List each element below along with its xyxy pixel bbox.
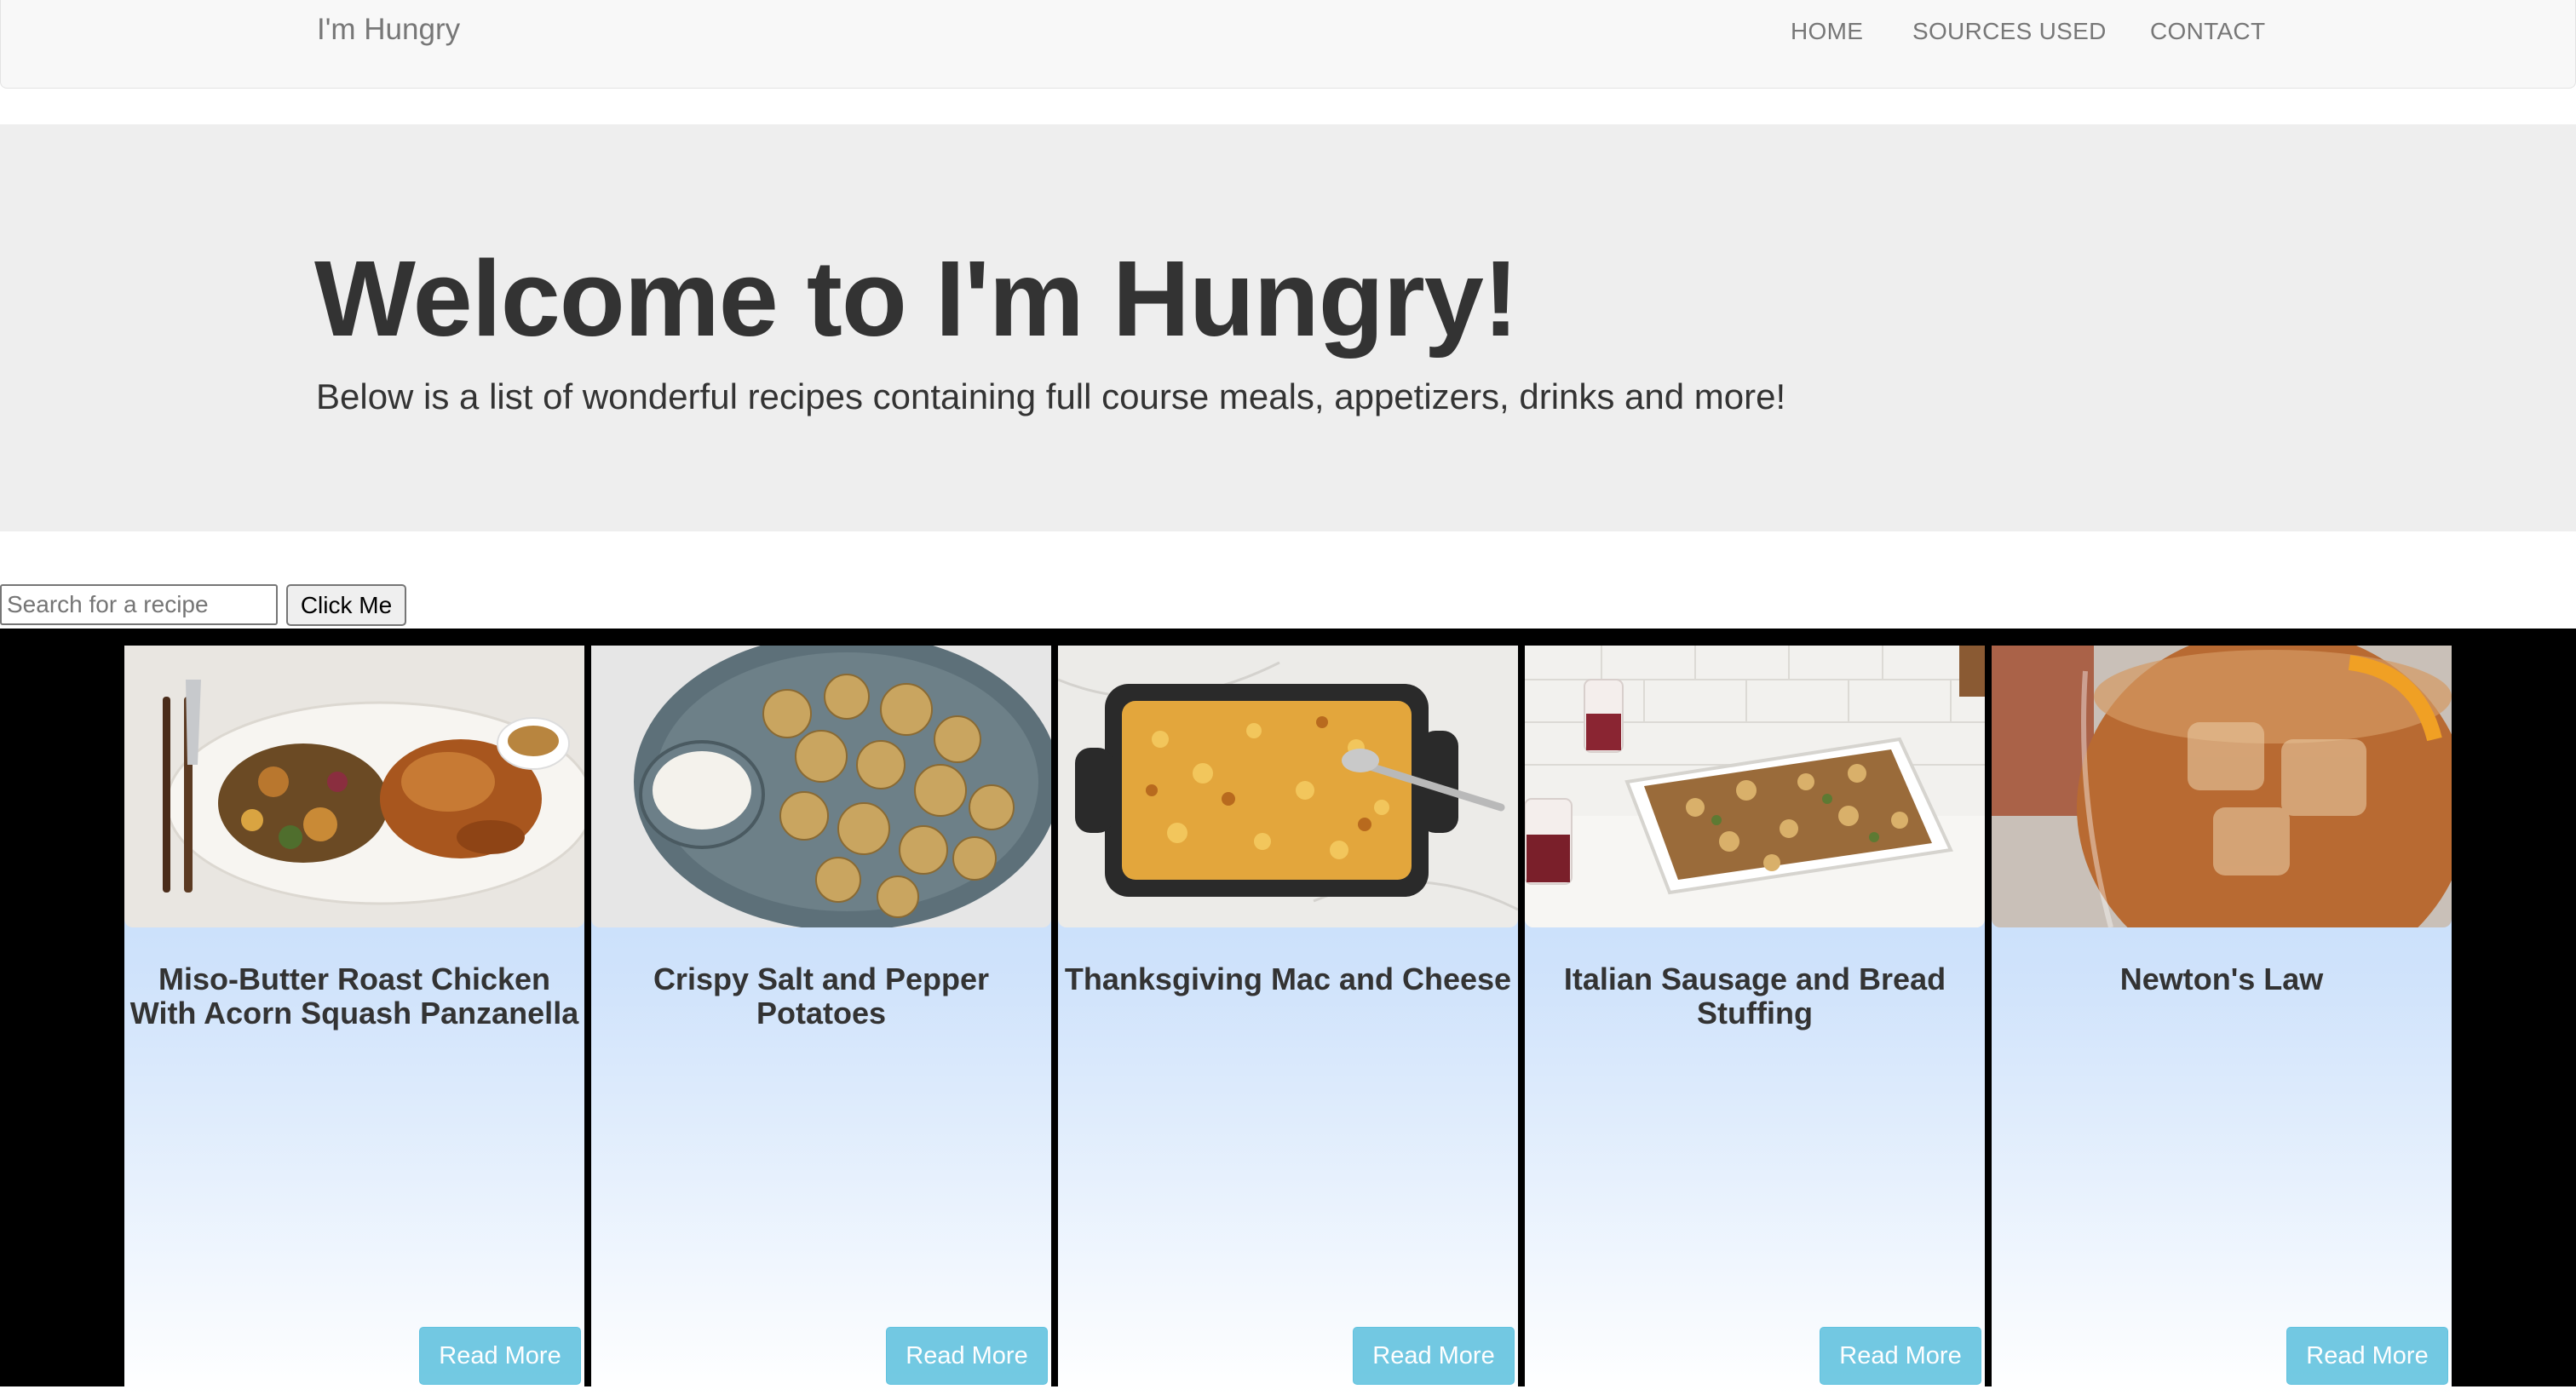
top-navbar: I'm Hungry HOME SOURCES USED CONTACT bbox=[0, 0, 2576, 89]
read-more-button[interactable]: Read More bbox=[1353, 1327, 1515, 1385]
recipe-card: Newton's Law Read More bbox=[1992, 646, 2452, 1395]
recipe-title: Italian Sausage and Bread Stuffing bbox=[1563, 962, 1946, 1030]
welcome-jumbotron: Welcome to I'm Hungry! Below is a list o… bbox=[0, 124, 2576, 531]
page-title: Welcome to I'm Hungry! bbox=[314, 238, 1519, 359]
nav-link-contact[interactable]: CONTACT bbox=[2150, 18, 2265, 45]
recipe-title: Thanksgiving Mac and Cheese bbox=[1064, 962, 1512, 996]
read-more-button[interactable]: Read More bbox=[2286, 1327, 2448, 1385]
nav-link-home[interactable]: HOME bbox=[1791, 18, 1863, 45]
recipe-image-potatoes bbox=[591, 646, 1051, 927]
recipe-image-roast-chicken bbox=[124, 646, 584, 927]
recipe-card: Italian Sausage and Bread Stuffing Read … bbox=[1525, 646, 1985, 1395]
page-subtitle: Below is a list of wonderful recipes con… bbox=[316, 376, 1786, 416]
recipe-card: Thanksgiving Mac and Cheese Read More bbox=[1058, 646, 1518, 1395]
recipe-card-grid: Miso-Butter Roast Chicken With Acorn Squ… bbox=[0, 629, 2576, 1395]
read-more-button[interactable]: Read More bbox=[419, 1327, 581, 1385]
recipe-image-mac-and-cheese bbox=[1058, 646, 1518, 927]
recipe-search-input[interactable] bbox=[0, 584, 278, 625]
read-more-button[interactable]: Read More bbox=[886, 1327, 1048, 1385]
recipe-card: Miso-Butter Roast Chicken With Acorn Squ… bbox=[124, 646, 584, 1395]
recipe-card: Crispy Salt and Pepper Potatoes Read Mor… bbox=[591, 646, 1051, 1395]
nav-link-sources-used[interactable]: SOURCES USED bbox=[1912, 18, 2107, 45]
brand-link[interactable]: I'm Hungry bbox=[317, 13, 460, 47]
recipe-title: Miso-Butter Roast Chicken With Acorn Squ… bbox=[129, 962, 579, 1030]
recipe-title: Crispy Salt and Pepper Potatoes bbox=[653, 962, 990, 1030]
recipe-image-stuffing bbox=[1525, 646, 1985, 927]
read-more-button[interactable]: Read More bbox=[1820, 1327, 1981, 1385]
recipe-image-iced-drink bbox=[1992, 646, 2452, 927]
search-button[interactable]: Click Me bbox=[286, 584, 406, 626]
recipe-title: Newton's Law bbox=[2119, 962, 2324, 996]
